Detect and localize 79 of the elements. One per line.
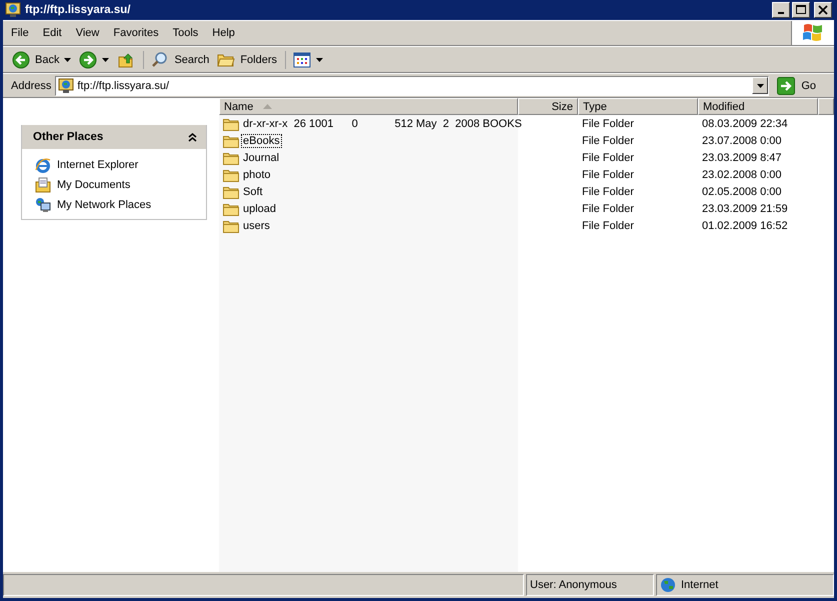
column-label: Size — [552, 100, 573, 112]
file-name[interactable]: Journal — [241, 150, 282, 164]
column-label: Type — [583, 100, 607, 112]
dropdown-button[interactable] — [752, 77, 768, 94]
link-label: Internet Explorer — [57, 159, 138, 171]
forward-button[interactable] — [78, 50, 110, 68]
documents-folder-icon — [35, 177, 51, 193]
search-icon — [151, 50, 170, 68]
table-cell-text: 08.03.2009 22:34 — [701, 118, 789, 130]
collapse-icon[interactable] — [188, 132, 197, 142]
file-name[interactable]: users — [241, 218, 272, 232]
views-grid-icon — [293, 52, 312, 68]
views-button[interactable] — [292, 52, 324, 68]
maximize-button[interactable] — [792, 2, 810, 18]
search-label: Search — [174, 54, 210, 66]
table-cell-text: File Folder — [581, 134, 635, 146]
globe-icon — [660, 577, 676, 593]
table-cell-text: File Folder — [581, 220, 635, 232]
menu-item[interactable]: Tools — [172, 27, 198, 39]
minimize-icon — [778, 12, 784, 14]
table-cell-text: 01.02.2009 16:52 — [701, 220, 789, 232]
close-button[interactable] — [814, 2, 832, 18]
zone-label: Internet — [681, 579, 718, 591]
search-button[interactable]: Search — [150, 50, 210, 68]
maximize-icon — [794, 4, 808, 16]
menu-item[interactable]: Help — [212, 27, 235, 39]
file-name[interactable]: upload — [241, 202, 278, 216]
menu-item[interactable]: Favorites — [113, 27, 159, 39]
network-computer-icon — [35, 197, 51, 213]
panel-title: Other Places — [33, 131, 104, 143]
table-cell-text: 02.05.2008 0:00 — [701, 186, 783, 198]
up-folder-button[interactable] — [116, 50, 144, 68]
menu-item[interactable]: File — [11, 27, 29, 39]
globe-monitor-icon — [5, 2, 21, 18]
table-cell-text: File Folder — [581, 152, 635, 164]
back-label: Back — [35, 54, 60, 66]
folders-label: Folders — [240, 54, 278, 66]
table-cell-text: File Folder — [581, 186, 635, 198]
minimize-button[interactable] — [772, 2, 790, 18]
globe-monitor-icon — [58, 78, 74, 94]
table-cell-text: 23.02.2008 0:00 — [701, 168, 783, 180]
go-button[interactable]: Go — [773, 76, 830, 94]
link-label: My Documents — [57, 179, 130, 191]
caret-icon[interactable] — [102, 58, 110, 62]
column-header[interactable]: Size — [518, 98, 578, 115]
table-cell-text: 23.03.2009 21:59 — [701, 202, 789, 214]
sidebar-link[interactable]: My Network Places — [35, 197, 206, 213]
column-header[interactable]: Name — [219, 98, 518, 115]
file-name[interactable]: Soft — [241, 184, 265, 198]
caret-icon — [756, 84, 764, 88]
caret-icon[interactable] — [64, 58, 72, 62]
address-field[interactable]: ftp://ftp.lissyara.su/ — [55, 76, 770, 96]
status-user: User: Anonymous — [526, 574, 654, 596]
table-cell-text: File Folder — [581, 168, 635, 180]
table-cell-text: 23.07.2008 0:00 — [701, 134, 783, 146]
folders-button[interactable]: Folders — [216, 50, 286, 68]
sidebar-link[interactable]: My Documents — [35, 177, 206, 193]
caret-icon[interactable] — [316, 58, 324, 62]
menu-item[interactable]: View — [76, 27, 100, 39]
link-label: My Network Places — [57, 199, 152, 211]
column-label: Modified — [703, 100, 745, 112]
column-label: Name — [224, 100, 254, 112]
go-label: Go — [801, 80, 816, 92]
browser-e-icon — [35, 157, 51, 173]
file-name[interactable]: dr-xr-xr-x 26 1001 0 512 May 2 2008 BOOKS — [241, 116, 524, 130]
file-name[interactable]: photo — [241, 168, 273, 182]
table-cell-text: 23.03.2009 8:47 — [701, 152, 783, 164]
column-header[interactable]: Type — [578, 98, 698, 115]
sidebar-link[interactable]: Internet Explorer — [35, 157, 206, 173]
back-button[interactable]: Back — [11, 50, 72, 68]
table-cell-text: File Folder — [581, 118, 635, 130]
panel-header[interactable]: Other Places — [22, 125, 206, 149]
address-label: Address — [11, 80, 52, 92]
table-cell-text: File Folder — [581, 202, 635, 214]
window-title: ftp://ftp.lissyara.su/ — [25, 4, 132, 16]
menu-item[interactable]: Edit — [42, 27, 62, 39]
file-name[interactable]: eBooks — [241, 134, 282, 148]
close-icon — [816, 4, 830, 16]
column-header[interactable]: Modified — [698, 98, 818, 115]
